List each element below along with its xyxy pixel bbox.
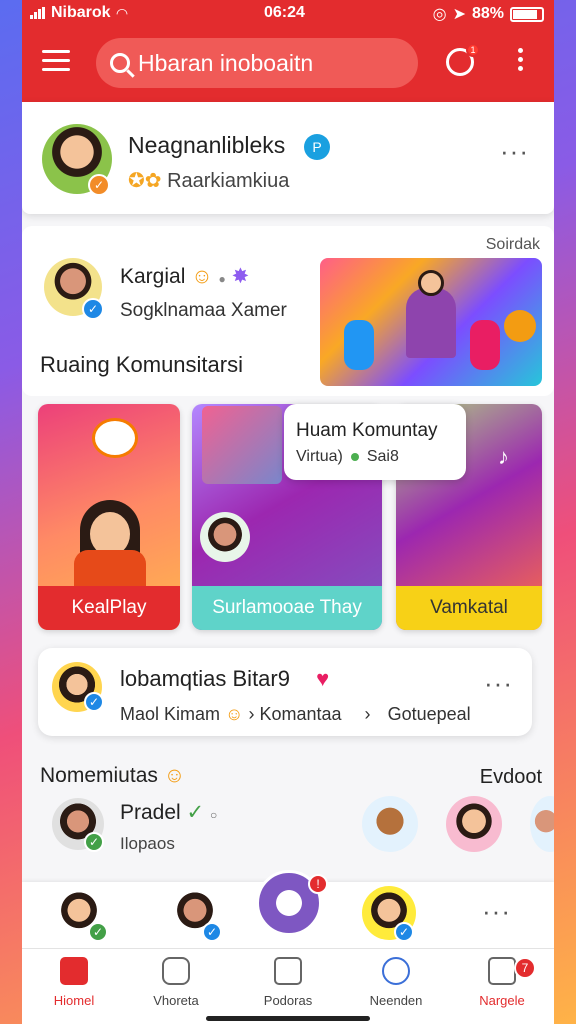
activity-card[interactable]: ✓ lobamqtias Bitar9 ♥ Maol Kimam ☺ › Kom…	[38, 648, 532, 736]
explore-icon	[162, 957, 190, 985]
activity-badge-icon: ✓	[84, 692, 104, 712]
activity-title: lobamqtias Bitar9 ♥	[120, 666, 330, 691]
tab-people[interactable]: Neenden	[356, 957, 436, 1008]
community-section: Soirdak ✓ Kargial ☺ ● ✸ Sogklnamaa Xamer…	[22, 226, 554, 396]
profile-card[interactable]: ✓ Neagnanlibleks P ✪✿ Raarkiamkiua ···	[22, 102, 554, 214]
tab-messages[interactable]: Nargele 7	[462, 957, 542, 1008]
music-note-icon: ♪	[498, 444, 509, 469]
friend-status: Ilopaos	[120, 834, 175, 853]
member-avatar[interactable]	[530, 796, 554, 852]
clock: 06:24	[264, 4, 305, 21]
tile-label: KealPlay	[38, 586, 180, 630]
dock-more-icon[interactable]: ···	[482, 898, 511, 924]
tab-home[interactable]: Hiomel	[34, 957, 114, 1008]
tab-bookmarks[interactable]: Podoras	[248, 957, 328, 1008]
dock-badge-icon: ✓	[394, 922, 414, 942]
battery-icon	[510, 6, 544, 22]
alarm-icon: ◎	[432, 6, 447, 23]
coin-icon: ✪✿	[128, 170, 162, 192]
member-avatar[interactable]	[362, 796, 418, 852]
tile-label: Vamkatal	[396, 586, 542, 630]
wifi-icon: ◠	[116, 4, 128, 21]
profile-subtitle: ✪✿ Raarkiamkiua	[128, 170, 290, 192]
home-indicator[interactable]	[206, 1016, 370, 1021]
home-icon	[60, 957, 88, 985]
verified-icon: ✓	[186, 801, 205, 824]
popup-title: Huam Komuntay	[296, 420, 438, 441]
member-avatar[interactable]	[446, 796, 502, 852]
phone-screen: Nibarok ◠ 06:24 ◎ ➤ 88% Hbaran inoboaitn…	[22, 0, 554, 1024]
heart-icon: ♥	[316, 666, 330, 691]
dock-badge-icon: ✓	[202, 922, 222, 942]
dock-center-badge-icon: !	[308, 874, 328, 894]
smile-icon: ☺	[163, 764, 186, 787]
search-icon	[110, 53, 130, 73]
avatar-badge-icon: ✓	[88, 174, 110, 196]
kargial-name: Kargial ☺ ● ✸	[120, 265, 250, 288]
tile-kealplay[interactable]: KealPlay	[38, 404, 180, 630]
emoji-icon: ☺	[225, 704, 244, 724]
popup-subtitle: Virtua) Sai8	[296, 448, 399, 465]
search-bar[interactable]: Hbaran inoboaitn	[96, 38, 418, 88]
virtual-room-popup[interactable]: Huam Komuntay Virtua) Sai8	[284, 404, 466, 480]
friend-avatar[interactable]	[200, 512, 250, 562]
friend-name: Pradel ✓ ○	[120, 801, 218, 824]
kargial-subtitle: Sogklnamaa Xamer	[120, 300, 287, 321]
online-dot-icon	[350, 452, 359, 461]
people-icon	[382, 957, 410, 985]
notification-badge: 1	[466, 43, 480, 57]
profile-more-icon[interactable]: ···	[500, 138, 529, 164]
carrier-label: Nibarok	[51, 4, 111, 21]
menu-icon[interactable]	[42, 50, 70, 74]
notification-icon[interactable]: 1	[446, 43, 480, 76]
verified-icon: P	[304, 134, 330, 160]
location-icon: ➤	[452, 6, 466, 23]
status-bar: Nibarok ◠ 06:24 ◎ ➤ 88%	[22, 0, 554, 28]
section-title: Ruaing Komunsitarsi	[40, 352, 243, 377]
battery-percent: 88%	[471, 5, 504, 22]
community-banner-image[interactable]	[320, 258, 542, 386]
chat-icon	[488, 957, 516, 985]
members-title: Nomemiutas ☺	[40, 764, 186, 787]
search-input[interactable]: Hbaran inoboaitn	[138, 50, 313, 77]
friends-dock: ✓ ✓ ! ✓ ···	[22, 870, 554, 948]
emoji-icon: ☺	[191, 265, 213, 288]
dock-badge-icon: ✓	[88, 922, 108, 942]
more-options-icon[interactable]	[518, 48, 524, 75]
search-link[interactable]: Soirdak	[486, 236, 540, 254]
star-icon: ✸	[231, 265, 250, 288]
bookmark-icon	[274, 957, 302, 985]
top-app-bar: Hbaran inoboaitn 1	[22, 28, 554, 102]
friend-badge-icon: ✓	[84, 832, 104, 852]
activity-more-icon[interactable]: ···	[484, 670, 513, 696]
tile-label: Surlamooae Thay	[192, 586, 382, 630]
explore-link[interactable]: Evdoot	[480, 766, 542, 789]
bottom-tab-bar: Hiomel Vhoreta Podoras Neenden Nargele 7	[22, 948, 554, 1024]
activity-subtitle: Maol Kimam ☺ › Komantaa › Gotuepeal	[120, 704, 471, 724]
profile-name: Neagnanlibleks	[128, 132, 286, 158]
kargial-badge-icon: ✓	[82, 298, 104, 320]
tab-explore[interactable]: Vhoreta	[136, 957, 216, 1008]
signal-icon	[30, 7, 45, 19]
messages-badge: 7	[514, 957, 536, 979]
fox-icon	[92, 418, 138, 458]
